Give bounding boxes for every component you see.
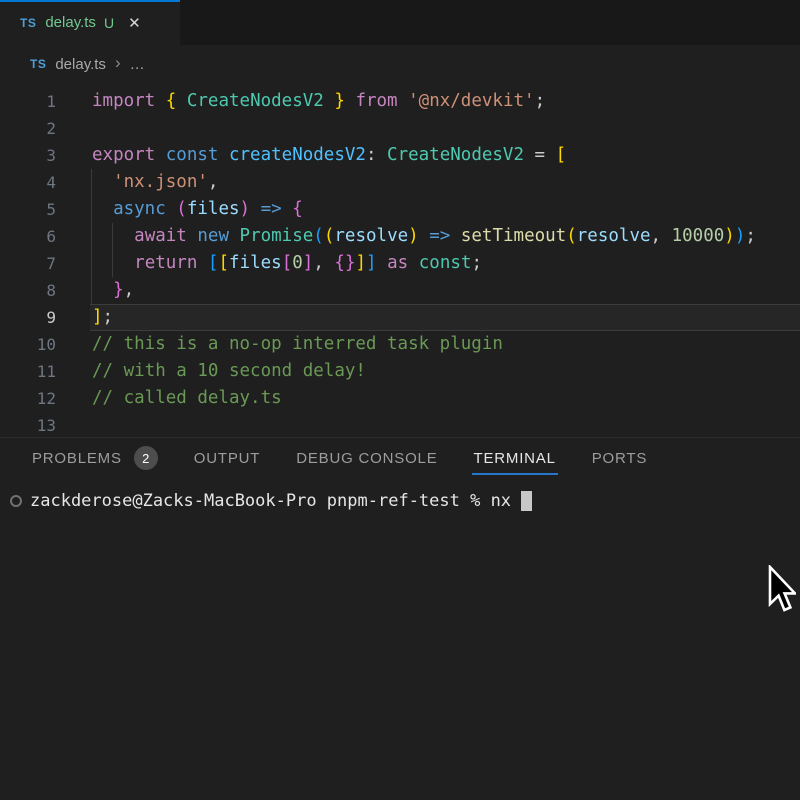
git-untracked-badge: U (104, 15, 114, 31)
code-text: // this is a no-op interred task plugin (92, 331, 503, 358)
line-number: 6 (0, 223, 56, 250)
code-text: await new Promise((resolve) => setTimeou… (92, 223, 756, 250)
terminal[interactable]: zackderose@Zacks-MacBook-Pro pnpm-ref-te… (0, 478, 800, 512)
code-line[interactable]: 1 import { CreateNodesV2 } from '@nx/devk… (0, 88, 800, 115)
terminal-prompt: zackderose@Zacks-MacBook-Pro pnpm-ref-te… (30, 490, 511, 512)
editor-tab-delay-ts[interactable]: TS delay.ts U ✕ (0, 0, 180, 45)
code-text: return [[files[0], {}]] as const; (92, 250, 482, 277)
code-lines: 1 import { CreateNodesV2 } from '@nx/devk… (0, 88, 800, 437)
line-number: 2 (0, 115, 56, 142)
code-line[interactable]: 11 // with a 10 second delay! (0, 358, 800, 385)
close-icon[interactable]: ✕ (128, 14, 141, 32)
typescript-file-icon: TS (30, 57, 46, 71)
tab-debug-console[interactable]: DEBUG CONSOLE (296, 438, 437, 478)
problems-count-badge: 2 (134, 446, 158, 470)
tab-strip: TS delay.ts U ✕ (0, 0, 800, 45)
code-line[interactable]: 13 (0, 412, 800, 437)
code-text: ]; (92, 304, 113, 331)
line-number: 11 (0, 358, 56, 385)
code-text: import { CreateNodesV2 } from '@nx/devki… (92, 88, 545, 115)
line-number: 12 (0, 385, 56, 412)
code-line[interactable]: 6 await new Promise((resolve) => setTime… (0, 223, 800, 250)
tab-terminal[interactable]: TERMINAL (474, 438, 556, 478)
code-line[interactable]: 9]; (0, 304, 800, 331)
code-line[interactable]: 10 // this is a no-op interred task plugi… (0, 331, 800, 358)
tab-output-label: OUTPUT (194, 450, 260, 467)
line-number: 13 (0, 412, 56, 437)
tab-debug-console-label: DEBUG CONSOLE (296, 450, 437, 467)
code-line[interactable]: 5 async (files) => { (0, 196, 800, 223)
tab-output[interactable]: OUTPUT (194, 438, 260, 478)
code-editor[interactable]: 1 import { CreateNodesV2 } from '@nx/devk… (0, 83, 800, 437)
code-text: }, (92, 277, 134, 304)
code-line[interactable]: 2 (0, 115, 800, 142)
tab-ports-label: PORTS (592, 450, 647, 467)
line-number: 5 (0, 196, 56, 223)
terminal-cursor (521, 491, 532, 511)
code-line[interactable]: 12 // called delay.ts (0, 385, 800, 412)
chevron-right-icon: › (115, 53, 121, 73)
tab-problems-label: PROBLEMS (32, 450, 122, 467)
code-text: async (files) => { (92, 196, 303, 223)
command-decoration-icon (10, 495, 22, 507)
typescript-file-icon: TS (20, 16, 36, 30)
panel-tab-bar: PROBLEMS 2 OUTPUT DEBUG CONSOLE TERMINAL… (0, 438, 800, 478)
bottom-panel: PROBLEMS 2 OUTPUT DEBUG CONSOLE TERMINAL… (0, 437, 800, 800)
code-text: // with a 10 second delay! (92, 358, 366, 385)
code-line[interactable]: 4 'nx.json', (0, 169, 800, 196)
code-text: // called delay.ts (92, 385, 282, 412)
line-number: 3 (0, 142, 56, 169)
code-line[interactable]: 7 return [[files[0], {}]] as const; (0, 250, 800, 277)
line-number: 10 (0, 331, 56, 358)
breadcrumb-ellipsis[interactable]: … (130, 56, 145, 73)
active-tab-indicator (0, 0, 180, 2)
code-line[interactable]: 8 }, (0, 277, 800, 304)
tab-problems[interactable]: PROBLEMS 2 (32, 438, 158, 478)
line-number: 4 (0, 169, 56, 196)
line-number: 1 (0, 88, 56, 115)
tab-filename: delay.ts (45, 14, 96, 31)
tab-ports[interactable]: PORTS (592, 438, 647, 478)
mouse-pointer-icon (768, 565, 796, 619)
breadcrumb-filename[interactable]: delay.ts (55, 56, 106, 73)
line-number: 9 (0, 304, 56, 331)
tab-terminal-label: TERMINAL (474, 450, 556, 467)
line-number: 8 (0, 277, 56, 304)
breadcrumb: TS delay.ts › … (0, 45, 800, 83)
code-line[interactable]: 3 export const createNodesV2: CreateNodes… (0, 142, 800, 169)
code-text: 'nx.json', (92, 169, 218, 196)
code-text: export const createNodesV2: CreateNodesV… (92, 142, 566, 169)
line-number: 7 (0, 250, 56, 277)
